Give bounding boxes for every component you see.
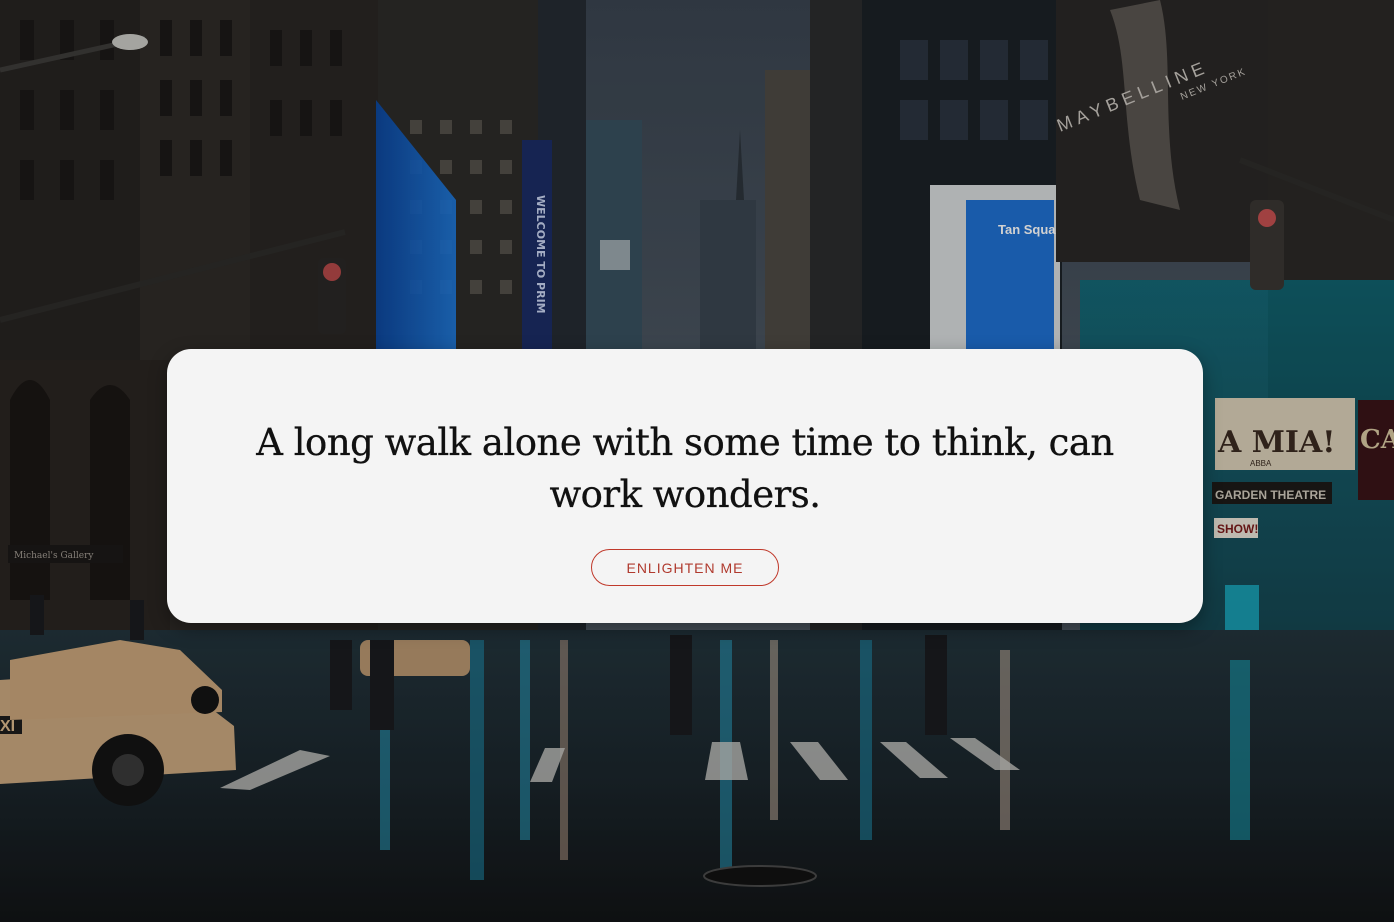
quote-card: A long walk alone with some time to thin… xyxy=(167,349,1203,623)
quote-text: A long walk alone with some time to thin… xyxy=(256,421,1114,516)
enlighten-me-button[interactable]: ENLIGHTEN ME xyxy=(591,549,779,586)
page: WELCOME TO PRIM Tan Squar MAYBELLINE NEW… xyxy=(0,0,1394,922)
